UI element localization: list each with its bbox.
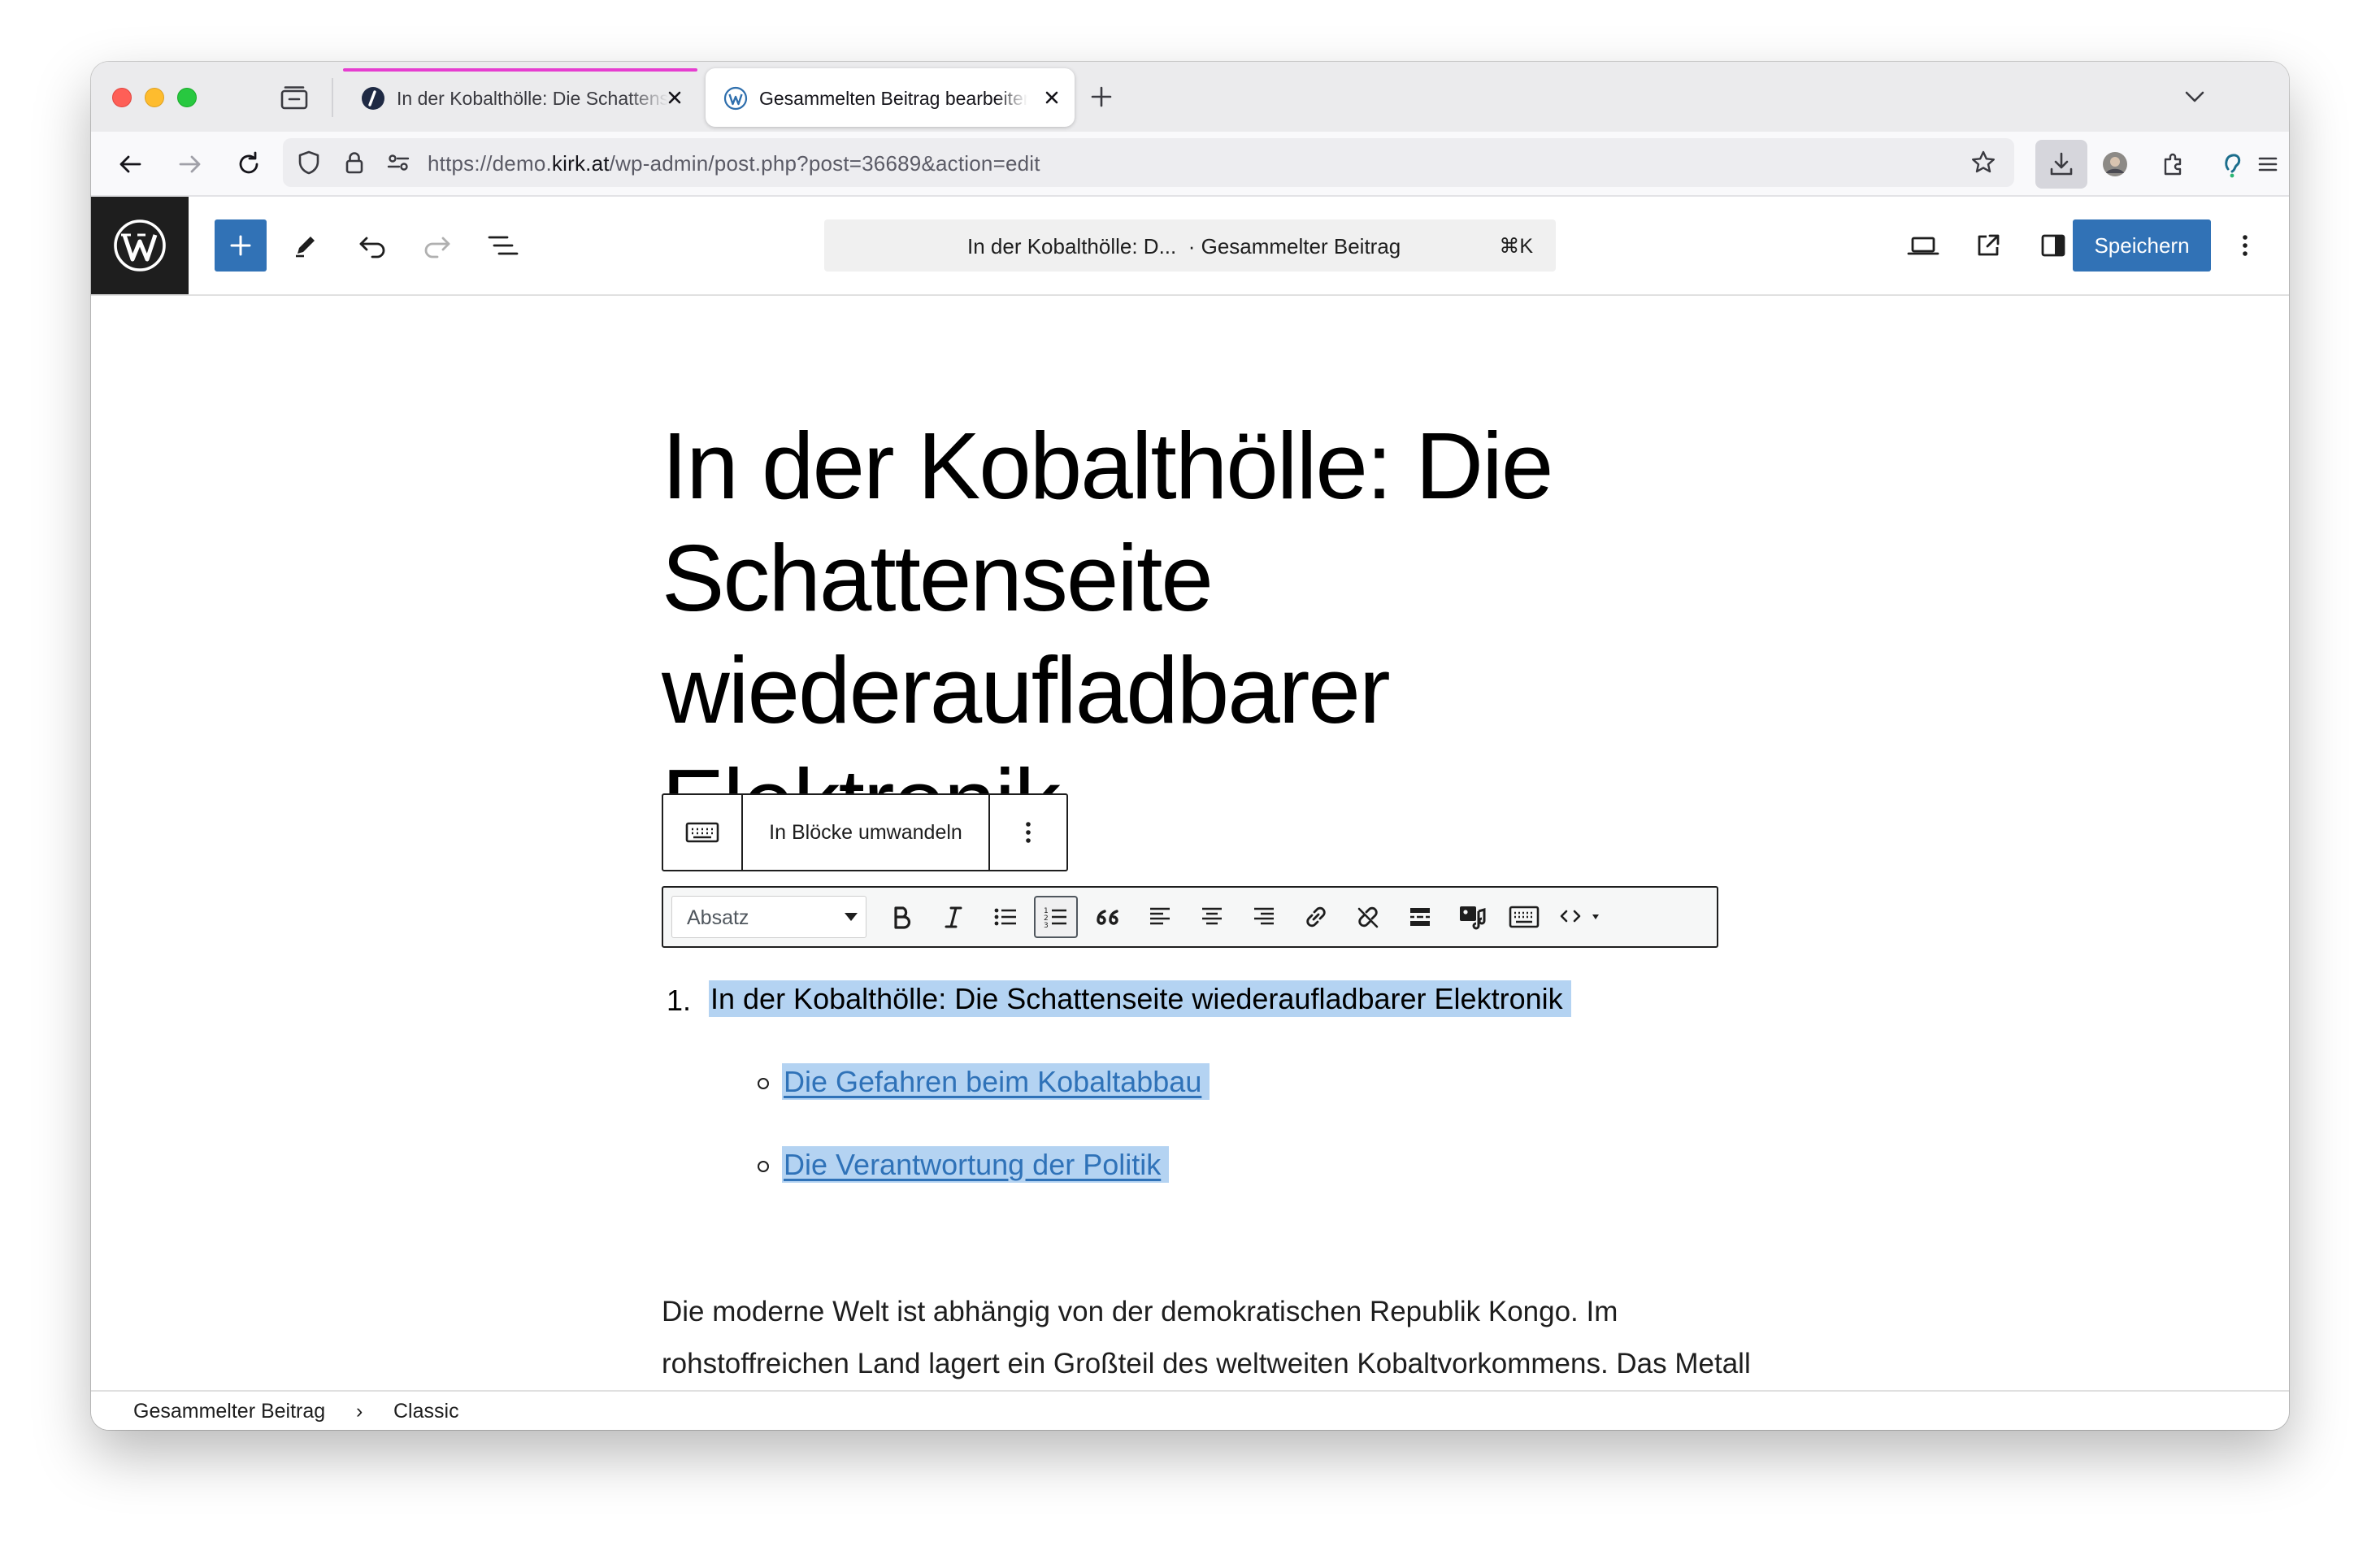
document-overview-icon[interactable] xyxy=(483,226,522,265)
wordpress-logo-icon[interactable] xyxy=(91,197,189,294)
bookmark-star-icon[interactable] xyxy=(1965,145,2001,180)
settings-sidebar-toggle-icon[interactable] xyxy=(2034,226,2073,265)
tab-title: Gesammelten Beitrag bearbeiten xyxy=(759,88,1027,109)
tab-title: In der Kobalthölle: Die Schattenseite xyxy=(397,88,668,109)
link-icon[interactable] xyxy=(1294,896,1338,938)
code-dropdown-icon[interactable] xyxy=(1554,896,1611,938)
tab-kobaltholle[interactable]: In der Kobalthölle: Die Schattenseite xyxy=(343,68,697,127)
circle-bullet-icon xyxy=(758,1078,769,1089)
convert-to-blocks-button[interactable]: In Blöcke umwandeln xyxy=(743,795,988,870)
editor-header: In der Kobalthölle: D... · Gesammelter B… xyxy=(91,197,2289,296)
anchor-link[interactable]: Die Verantwortung der Politik xyxy=(784,1148,1161,1181)
zoom-window-button[interactable] xyxy=(177,88,197,107)
back-arrow-icon[interactable] xyxy=(112,146,148,182)
align-center-icon[interactable] xyxy=(1190,896,1234,938)
svg-text:3: 3 xyxy=(1044,922,1049,930)
breadcrumb-item-post[interactable]: Gesammelter Beitrag xyxy=(133,1400,325,1423)
bullet-list-icon[interactable] xyxy=(984,896,1027,938)
body-paragraph[interactable]: Die moderne Welt ist abhängig von der de… xyxy=(662,1286,1767,1390)
extensions-puzzle-icon[interactable] xyxy=(2156,146,2191,182)
list-number: 1. xyxy=(667,984,692,1017)
close-tab-icon[interactable] xyxy=(1040,86,1063,109)
sub-list-item: Die Verantwortung der Politik xyxy=(758,1146,1170,1183)
align-left-icon[interactable] xyxy=(1138,896,1182,938)
screenshot-stage: In der Kobalthölle: Die Schattenseite Ge… xyxy=(0,0,2380,1551)
align-right-icon[interactable] xyxy=(1242,896,1286,938)
block-inserter-plus-button[interactable] xyxy=(215,219,267,272)
unlink-icon[interactable] xyxy=(1346,896,1390,938)
edit-pencil-icon[interactable] xyxy=(286,226,325,265)
app-menu-icon[interactable] xyxy=(2250,146,2286,182)
wordpress-favicon-icon xyxy=(723,86,748,111)
add-media-icon[interactable] xyxy=(1450,896,1494,938)
preview-device-icon[interactable] xyxy=(1904,226,1943,265)
numbered-list-icon[interactable]: 123 xyxy=(1034,896,1078,938)
breadcrumb-item-classic[interactable]: Classic xyxy=(393,1400,459,1423)
save-button[interactable]: Speichern xyxy=(2073,219,2211,272)
downloads-icon[interactable] xyxy=(2035,140,2087,189)
anchor-link[interactable]: Die Gefahren beim Kobaltabbau xyxy=(784,1065,1201,1098)
block-options-icon[interactable] xyxy=(990,795,1066,870)
chevron-down-icon xyxy=(845,913,858,921)
undo-icon[interactable] xyxy=(353,226,392,265)
tracking-protection-shield-icon[interactable] xyxy=(291,145,327,180)
more-options-icon[interactable] xyxy=(2229,226,2261,265)
sub-list-item: Die Gefahren beim Kobaltabbau xyxy=(758,1063,1210,1100)
blockquote-icon[interactable] xyxy=(1086,896,1130,938)
navigation-bar: https://demo.kirk.at/wp-admin/post.php?p… xyxy=(91,132,2289,197)
extension-ear-icon[interactable] xyxy=(2214,146,2250,182)
site-favicon-icon xyxy=(361,86,385,111)
forward-arrow-icon[interactable] xyxy=(172,146,208,182)
browser-window: In der Kobalthölle: Die Schattenseite Ge… xyxy=(91,62,2289,1430)
close-window-button[interactable] xyxy=(112,88,132,107)
classic-editor-toolbar: Absatz 123 xyxy=(662,886,1718,948)
address-bar[interactable]: https://demo.kirk.at/wp-admin/post.php?p… xyxy=(283,138,2014,187)
tab-strip: In der Kobalthölle: Die Schattenseite Ge… xyxy=(91,62,2289,132)
tab-edit-post[interactable]: Gesammelten Beitrag bearbeiten xyxy=(706,68,1075,127)
tab-overview-icon[interactable] xyxy=(280,85,309,111)
circle-bullet-icon xyxy=(758,1161,769,1172)
url-text: https://demo.kirk.at/wp-admin/post.php?p… xyxy=(428,151,1040,176)
list-item-text: In der Kobalthölle: Die Schattenseite wi… xyxy=(709,980,1571,1017)
keyboard-shortcut-hint: ⌘K xyxy=(1499,235,1533,258)
keyboard-block-type-icon[interactable] xyxy=(663,795,741,870)
format-select[interactable]: Absatz xyxy=(671,896,866,938)
editor-canvas: In der Kobalthölle: Die Schattenseite wi… xyxy=(91,296,2289,1390)
close-tab-icon[interactable] xyxy=(663,86,686,109)
keyboard-icon[interactable] xyxy=(1502,896,1546,938)
new-tab-icon[interactable] xyxy=(1088,83,1115,111)
read-more-icon[interactable] xyxy=(1398,896,1442,938)
command-palette-button[interactable]: In der Kobalthölle: D... · Gesammelter B… xyxy=(824,219,1556,272)
ordered-list-item[interactable]: 1. In der Kobalthölle: Die Schattenseite… xyxy=(667,980,1571,1017)
redo-icon[interactable] xyxy=(418,226,457,265)
italic-icon[interactable] xyxy=(932,896,975,938)
block-toolbar: In Blöcke umwandeln xyxy=(662,793,1068,871)
permissions-icon[interactable] xyxy=(380,145,416,180)
block-breadcrumb: Gesammelter Beitrag › Classic xyxy=(91,1390,2289,1430)
bold-icon[interactable] xyxy=(879,896,923,938)
post-title[interactable]: In der Kobalthölle: Die Schattenseite wi… xyxy=(662,410,1735,858)
minimize-window-button[interactable] xyxy=(145,88,164,107)
account-avatar-icon[interactable] xyxy=(2097,146,2133,182)
view-post-external-icon[interactable] xyxy=(1969,226,2008,265)
lock-icon[interactable] xyxy=(337,145,372,180)
reload-icon[interactable] xyxy=(231,146,267,182)
list-all-tabs-chevron-icon[interactable] xyxy=(2180,85,2209,109)
breadcrumb-separator: › xyxy=(356,1400,363,1423)
document-title: In der Kobalthölle: D... · Gesammelter B… xyxy=(967,234,1401,258)
tab-strip-divider xyxy=(332,78,333,117)
